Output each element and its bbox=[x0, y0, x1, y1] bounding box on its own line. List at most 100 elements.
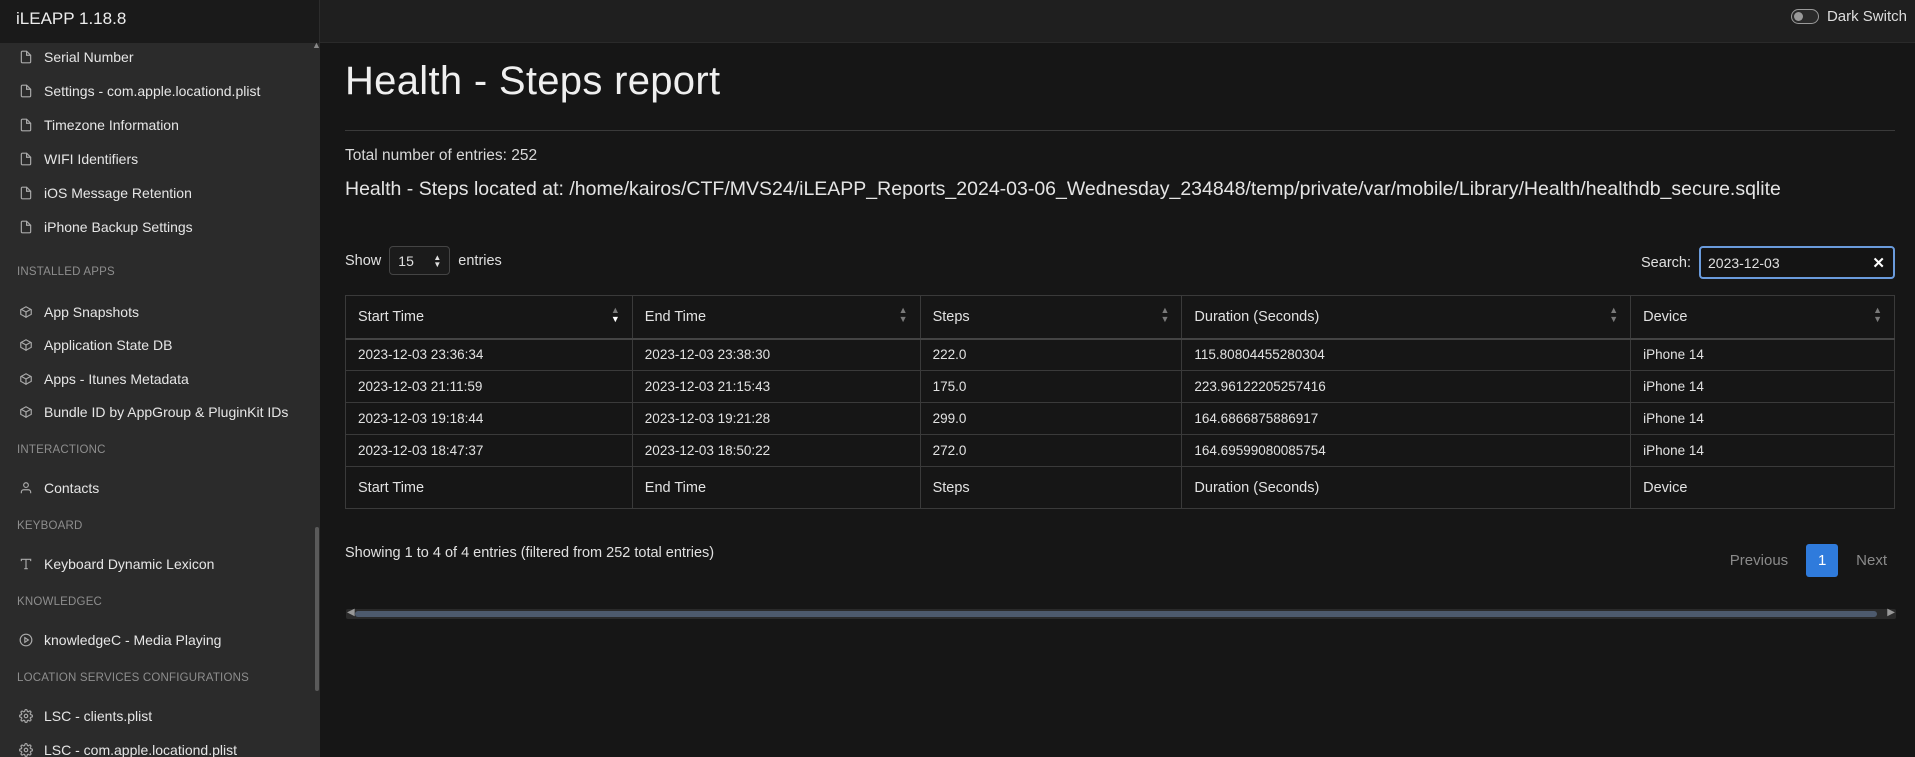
select-arrows-icon: ▲ ▼ bbox=[433, 252, 442, 269]
search-value: 2023-12-03 bbox=[1708, 254, 1780, 271]
page-1-button[interactable]: 1 bbox=[1806, 544, 1839, 577]
sort-icon: ▲ ▼ bbox=[1609, 305, 1619, 324]
table-cell: iPhone 14 bbox=[1630, 338, 1895, 371]
file-icon bbox=[18, 49, 34, 65]
sidebar-item[interactable]: Application State DB bbox=[0, 330, 172, 360]
sidebar-item[interactable]: Contacts bbox=[0, 473, 99, 503]
page-length-control: Show 15 ▲ ▼ entries bbox=[345, 246, 502, 275]
sidebar-item[interactable]: Timezone Information bbox=[0, 110, 179, 140]
package-icon bbox=[18, 404, 34, 420]
column-header-device[interactable]: Device ▲ ▼ bbox=[1630, 295, 1895, 340]
sidebar-item-label: Keyboard Dynamic Lexicon bbox=[44, 556, 215, 572]
sidebar-item-label: Apps - Itunes Metadata bbox=[44, 371, 189, 387]
sidebar-item[interactable]: knowledgeC - Media Playing bbox=[0, 625, 221, 655]
horizontal-scrollbar[interactable]: ◀ ▶ bbox=[346, 607, 1896, 619]
sidebar-item[interactable]: WIFI Identifiers bbox=[0, 144, 138, 174]
sidebar-item-label: WIFI Identifiers bbox=[44, 151, 139, 167]
sidebar-item-label: LSC - clients.plist bbox=[44, 708, 153, 724]
clear-search-icon[interactable]: ✕ bbox=[1872, 254, 1885, 272]
table-cell: 2023-12-03 19:18:44 bbox=[345, 402, 633, 435]
file-icon bbox=[18, 151, 34, 167]
table-cell: iPhone 14 bbox=[1630, 402, 1895, 435]
horizontal-scroll-thumb[interactable] bbox=[355, 611, 1877, 617]
search-input[interactable]: 2023-12-03 ✕ bbox=[1699, 246, 1895, 279]
column-header-duration[interactable]: Duration (Seconds) ▲ ▼ bbox=[1181, 295, 1632, 340]
divider bbox=[345, 130, 1895, 131]
file-icon bbox=[18, 117, 34, 133]
sidebar-item-label: Application State DB bbox=[44, 337, 173, 353]
sidebar-item[interactable]: iOS Message Retention bbox=[0, 178, 192, 208]
column-header-steps[interactable]: Steps ▲ ▼ bbox=[919, 295, 1183, 340]
sidebar: Serial Number Settings - com.apple.locati… bbox=[0, 43, 320, 757]
table-cell: 299.0 bbox=[919, 402, 1183, 435]
sidebar-item-label: Bundle ID by AppGroup & PluginKit IDs bbox=[44, 404, 289, 420]
table-cell: 115.80804455280304 bbox=[1181, 338, 1632, 371]
table-footer-row: Start Time End Time Steps Duration (Seco… bbox=[345, 466, 1895, 509]
sort-icon: ▲ ▼ bbox=[1160, 305, 1170, 324]
page-length-select[interactable]: 15 ▲ ▼ bbox=[389, 246, 451, 275]
footer-steps: Steps bbox=[919, 466, 1183, 509]
table-cell: 2023-12-03 21:11:59 bbox=[345, 370, 633, 403]
sidebar-item-label: LSC - com.apple.locationd.plist bbox=[44, 742, 237, 757]
sidebar-item-label: Settings - com.apple.locationd.plist bbox=[44, 83, 261, 99]
sidebar-item-label: Timezone Information bbox=[44, 117, 179, 133]
sidebar-item[interactable]: Bundle ID by AppGroup & PluginKit IDs bbox=[0, 397, 288, 427]
sidebar-item[interactable]: LSC - clients.plist bbox=[0, 701, 152, 731]
sidebar-section-header: KEYBOARD bbox=[17, 520, 83, 532]
sidebar-item[interactable]: Serial Number bbox=[0, 43, 133, 72]
sidebar-item[interactable]: Apps - Itunes Metadata bbox=[0, 364, 189, 394]
table-cell: 222.0 bbox=[919, 338, 1183, 371]
sort-icon: ▲ ▼ bbox=[898, 305, 908, 324]
footer-end-time: End Time bbox=[631, 466, 921, 509]
sidebar-section-header: INTERACTIONC bbox=[17, 444, 106, 456]
search-control: Search: 2023-12-03 ✕ bbox=[1641, 246, 1895, 279]
sidebar-item-label: iPhone Backup Settings bbox=[44, 219, 193, 235]
sidebar-item[interactable]: LSC - com.apple.locationd.plist bbox=[0, 735, 237, 757]
sidebar-section-header: INSTALLED APPS bbox=[17, 266, 115, 278]
table-cell: 2023-12-03 18:50:22 bbox=[631, 434, 921, 467]
play-circle-icon bbox=[18, 632, 34, 648]
table-row: 2023-12-03 19:18:44 2023-12-03 19:21:28 29… bbox=[345, 402, 1895, 435]
scroll-right-icon[interactable]: ▶ bbox=[1887, 607, 1895, 618]
user-icon bbox=[18, 480, 34, 496]
sidebar-item[interactable]: Keyboard Dynamic Lexicon bbox=[0, 549, 214, 579]
package-icon bbox=[18, 337, 34, 353]
top-navbar: iLEAPP 1.18.8 Dark Switch bbox=[0, 0, 1915, 43]
page-length-value: 15 bbox=[398, 252, 414, 269]
sidebar-item-label: iOS Message Retention bbox=[44, 185, 192, 201]
sidebar-scroll-thumb[interactable] bbox=[315, 527, 319, 691]
app-title[interactable]: iLEAPP 1.18.8 bbox=[0, 0, 320, 43]
table-row: 2023-12-03 23:36:34 2023-12-03 23:38:30 22… bbox=[345, 338, 1895, 371]
table-cell: 175.0 bbox=[919, 370, 1183, 403]
sidebar-item[interactable]: App Snapshots bbox=[0, 297, 139, 327]
table-cell: 2023-12-03 23:36:34 bbox=[345, 338, 633, 371]
sidebar-item[interactable]: iPhone Backup Settings bbox=[0, 212, 193, 242]
table-header-row: Start Time ▲ ▼ End Time ▲ ▼ Steps ▲ ▼ Duration… bbox=[345, 295, 1895, 340]
table-cell: 2023-12-03 18:47:37 bbox=[345, 434, 633, 467]
table-cell: iPhone 14 bbox=[1630, 434, 1895, 467]
table-cell: 164.69599080085754 bbox=[1181, 434, 1632, 467]
package-icon bbox=[18, 304, 34, 320]
dark-switch-label: Dark Switch bbox=[1826, 8, 1907, 25]
source-path: Health - Steps located at: /home/kairos/… bbox=[345, 178, 1781, 200]
previous-button[interactable]: Previous bbox=[1722, 552, 1796, 569]
table-cell: 2023-12-03 23:38:30 bbox=[631, 338, 921, 371]
page-title: Health - Steps report bbox=[345, 59, 721, 103]
column-header-end-time[interactable]: End Time ▲ ▼ bbox=[631, 295, 921, 340]
scroll-left-icon[interactable]: ◀ bbox=[347, 607, 355, 618]
settings-icon bbox=[18, 708, 34, 724]
main-content: Health - Steps report Total number of en… bbox=[320, 43, 1915, 757]
type-icon bbox=[18, 556, 34, 572]
total-entries: Total number of entries: 252 bbox=[345, 147, 538, 164]
entries-label: entries bbox=[458, 252, 502, 269]
toggle-switch-icon[interactable] bbox=[1790, 9, 1819, 24]
sidebar-item-label: Contacts bbox=[44, 480, 100, 496]
column-header-start-time[interactable]: Start Time ▲ ▼ bbox=[345, 295, 633, 340]
sidebar-item[interactable]: Settings - com.apple.locationd.plist bbox=[0, 76, 260, 106]
dark-switch[interactable]: Dark Switch bbox=[1790, 8, 1907, 25]
next-button[interactable]: Next bbox=[1848, 552, 1895, 569]
table-row: 2023-12-03 18:47:37 2023-12-03 18:50:22 27… bbox=[345, 434, 1895, 467]
footer-duration: Duration (Seconds) bbox=[1181, 466, 1632, 509]
table-row: 2023-12-03 21:11:59 2023-12-03 21:15:43 17… bbox=[345, 370, 1895, 403]
sidebar-item-label: Serial Number bbox=[44, 49, 134, 65]
